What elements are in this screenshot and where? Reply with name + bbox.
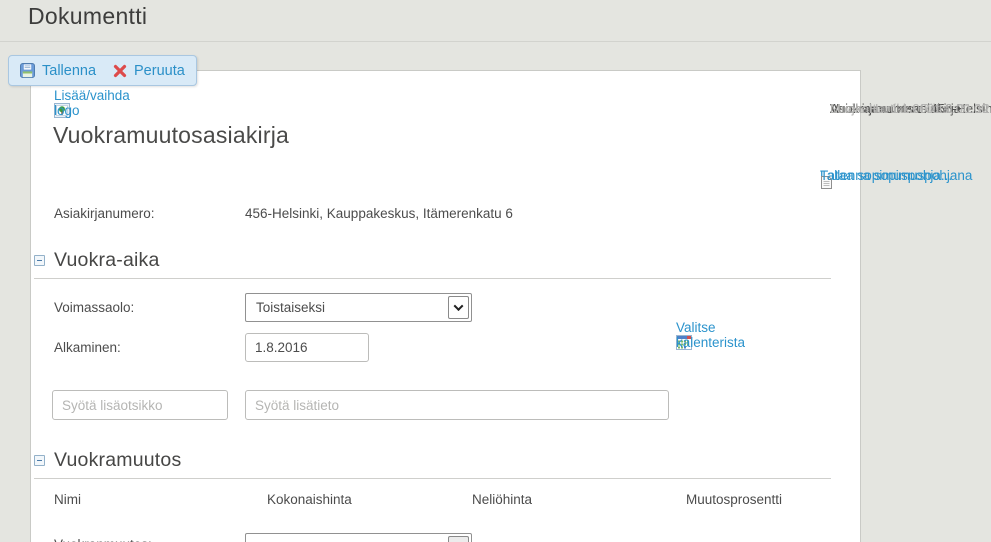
voimassaolo-selected-value: Toistaiseksi — [256, 300, 325, 315]
cancel-button[interactable]: Peruuta — [113, 63, 185, 79]
choose-from-calendar-label: Valitse kalenterista — [676, 320, 745, 350]
save-button-label: Tallenna — [42, 63, 96, 79]
select-dropdown-button[interactable] — [448, 536, 469, 542]
save-template-label: Tallenna sopimuspohjana — [820, 168, 972, 183]
document-number-label: Asiakirjanumero: — [54, 206, 155, 221]
screen: Dokumentti Tallenna Peruu — [0, 0, 991, 542]
document-panel: Lisää/vaihda logo Vuokramuutosasiakirja … — [30, 70, 861, 542]
column-header-neliohinta: Neliöhinta — [472, 492, 532, 507]
cancel-x-icon — [113, 64, 127, 78]
page-header: Dokumentti — [0, 0, 991, 42]
floppy-disk-icon — [20, 63, 35, 78]
select-dropdown-button[interactable] — [448, 296, 469, 319]
save-button[interactable]: Tallenna — [20, 63, 96, 79]
toolbar: Tallenna Peruuta — [8, 55, 197, 86]
voimassaolo-label: Voimassaolo: — [54, 300, 134, 315]
extra-title-input[interactable] — [52, 390, 228, 420]
collapse-icon[interactable] — [34, 255, 45, 266]
collapse-icon[interactable] — [34, 455, 45, 466]
partial-row-select[interactable]: Prosentti — [245, 533, 472, 542]
section-divider — [34, 278, 831, 279]
alkaminen-date-input[interactable] — [245, 333, 369, 362]
page-title: Dokumentti — [28, 3, 147, 30]
partial-row-label: Vuokranmuutos: — [54, 537, 152, 542]
add-change-logo-label: Lisää/vaihda logo — [54, 88, 130, 118]
meta-modified: Muokattu: 1.1.0001 0:00:00 — [830, 101, 988, 118]
column-header-nimi: Nimi — [54, 492, 81, 507]
column-header-muutosprosentti: Muutosprosentti — [686, 492, 782, 507]
document-title: Vuokramuutosasiakirja — [53, 122, 289, 149]
cancel-button-label: Peruuta — [134, 63, 185, 79]
voimassaolo-select[interactable]: Toistaiseksi — [245, 293, 472, 322]
section-divider — [34, 478, 831, 479]
section-title-vuokramuutos: Vuokramuutos — [54, 449, 181, 472]
column-header-kokonaishinta: Kokonaishinta — [267, 492, 352, 507]
document-number-value: 456-Helsinki, Kauppakeskus, Itämerenkatu… — [245, 206, 513, 221]
alkaminen-label: Alkaminen: — [54, 340, 121, 355]
extra-info-input[interactable] — [245, 390, 669, 420]
section-title-vuokra-aika: Vuokra-aika — [54, 249, 160, 272]
chevron-down-icon — [454, 301, 464, 311]
